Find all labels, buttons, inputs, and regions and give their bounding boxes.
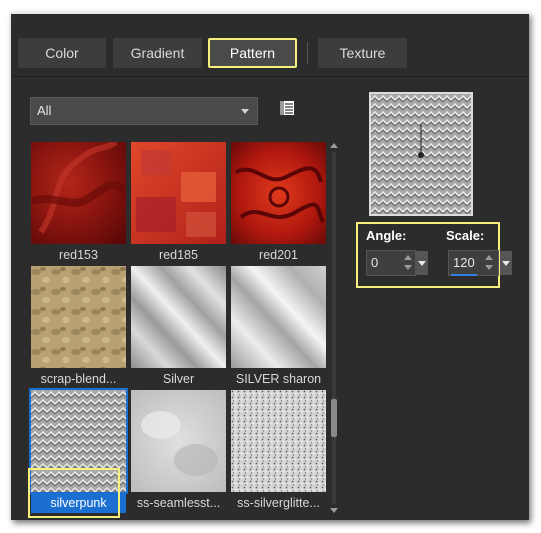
chevron-down-icon: [241, 109, 249, 114]
list-view-icon[interactable]: [280, 101, 294, 115]
pattern-thumbnail: [31, 266, 126, 368]
chevron-down-icon[interactable]: [485, 265, 493, 270]
top-border: [11, 12, 529, 14]
pattern-name: SILVER sharon: [235, 372, 322, 386]
angle-stepper[interactable]: [402, 251, 414, 275]
pattern-thumbnail: [29, 388, 128, 494]
tab-separator: [307, 42, 308, 64]
scale-dropdown-button[interactable]: [500, 251, 512, 275]
tab-texture[interactable]: Texture: [318, 38, 407, 68]
pattern-thumbnail: [131, 390, 226, 492]
pattern-scrollbar[interactable]: [329, 143, 339, 513]
tab-gradient[interactable]: Gradient: [113, 38, 202, 68]
pattern-thumbnail: [231, 390, 326, 492]
category-dropdown-value: All: [37, 103, 52, 118]
pattern-thumbnail: [231, 142, 326, 244]
pattern-thumbnail: [131, 266, 226, 368]
angle-value: 0: [371, 255, 379, 270]
scroll-thumb[interactable]: [331, 399, 337, 437]
pattern-name: ss-silverglitte...: [237, 496, 320, 510]
tab-color[interactable]: Color: [18, 38, 106, 68]
scale-stepper[interactable]: [483, 251, 495, 275]
tab-pattern[interactable]: Pattern: [208, 38, 297, 68]
angle-label: Angle:: [366, 228, 407, 243]
scale-label: Scale:: [446, 228, 485, 243]
chevron-down-icon: [502, 261, 510, 266]
category-dropdown[interactable]: All: [30, 97, 258, 125]
pattern-name: red201: [259, 248, 298, 262]
scale-focus-underline: [451, 274, 477, 276]
scroll-down-icon[interactable]: [330, 508, 338, 513]
pattern-thumbnail: [231, 266, 326, 368]
pattern-name: ss-seamlesst...: [136, 496, 221, 510]
chevron-down-icon[interactable]: [404, 265, 412, 270]
scroll-track[interactable]: [332, 152, 336, 504]
chevron-up-icon[interactable]: [485, 255, 493, 260]
angle-dropdown-button[interactable]: [416, 251, 428, 275]
scale-value: 120: [453, 255, 475, 270]
pattern-name: red185: [159, 248, 198, 262]
chevron-up-icon[interactable]: [404, 255, 412, 260]
pattern-preview[interactable]: [369, 92, 473, 216]
material-properties-panel: Color Gradient Pattern Texture All red15…: [11, 12, 529, 520]
chevron-down-icon: [418, 261, 426, 266]
pattern-thumbnail: [31, 142, 126, 244]
pattern-name: silverpunk: [31, 493, 126, 513]
pattern-name: red153: [59, 248, 98, 262]
pattern-name: Silver: [162, 372, 195, 386]
pattern-thumbnail: [131, 142, 226, 244]
tab-bar-divider: [11, 76, 529, 77]
pattern-name: scrap-blend...: [40, 372, 117, 386]
pattern-grid: red153 red185 red201 scrap-blend... Silv…: [29, 142, 327, 514]
scroll-up-icon[interactable]: [330, 143, 338, 148]
